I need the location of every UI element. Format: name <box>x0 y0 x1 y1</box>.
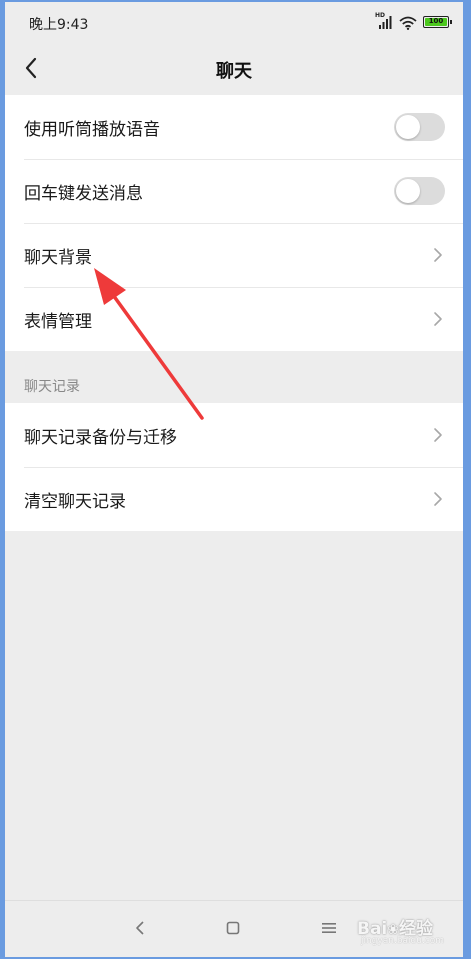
setting-label: 回车键发送消息 <box>24 183 143 204</box>
status-bar: 晚上9:43 HD 100 <box>5 2 463 42</box>
nav-menu-button[interactable] <box>319 918 339 938</box>
watermark-url: jingyan.baidu.com <box>361 936 445 946</box>
enter-send-toggle[interactable] <box>394 177 445 205</box>
setting-row-earpiece-voice[interactable]: 使用听筒播放语音 <box>5 95 463 159</box>
chevron-right-icon <box>434 312 442 326</box>
nav-home-button[interactable] <box>223 918 243 938</box>
nav-back-button[interactable] <box>130 918 150 938</box>
square-home-icon <box>226 921 240 935</box>
triangle-back-icon <box>136 921 144 935</box>
chevron-right-icon <box>434 248 442 262</box>
setting-label: 清空聊天记录 <box>24 491 126 512</box>
chevron-right-icon <box>434 428 442 442</box>
settings-group-chat-records: 聊天记录备份与迁移 清空聊天记录 <box>5 403 463 531</box>
setting-row-enter-send[interactable]: 回车键发送消息 <box>5 159 463 223</box>
status-icons: HD 100 <box>375 12 452 31</box>
setting-label: 使用听筒播放语音 <box>24 119 160 140</box>
battery-icon: 100 <box>423 16 452 28</box>
section-title-chat-records: 聊天记录 <box>24 379 80 395</box>
setting-row-chat-background[interactable]: 聊天背景 <box>5 223 463 287</box>
battery-level: 100 <box>425 18 447 26</box>
setting-row-backup-migrate[interactable]: 聊天记录备份与迁移 <box>5 403 463 467</box>
status-time: 晚上9:43 <box>29 17 89 33</box>
toggle-knob <box>396 179 420 203</box>
nav-header: 聊天 <box>5 42 463 94</box>
menu-lines-icon <box>322 923 336 933</box>
settings-group-general: 使用听筒播放语音 回车键发送消息 聊天背景 表情管理 <box>5 95 463 351</box>
setting-label: 聊天背景 <box>24 247 92 268</box>
setting-label: 聊天记录备份与迁移 <box>24 427 177 448</box>
setting-row-sticker-management[interactable]: 表情管理 <box>5 287 463 351</box>
page-title: 聊天 <box>216 61 252 82</box>
chat-settings-screen: 晚上9:43 HD 100 聊天 使用听筒播放语音 回车键发送消息 聊天背景 表… <box>5 2 463 957</box>
wifi-icon <box>399 15 417 30</box>
earpiece-toggle[interactable] <box>394 113 445 141</box>
setting-label: 表情管理 <box>24 311 92 332</box>
setting-row-clear-records[interactable]: 清空聊天记录 <box>5 467 463 531</box>
chevron-right-icon <box>434 492 442 506</box>
toggle-knob <box>396 115 420 139</box>
signal-icon: HD <box>375 12 393 29</box>
baidu-jingyan-watermark: Bai❀经验 jingyan.baidu.com <box>357 910 449 950</box>
